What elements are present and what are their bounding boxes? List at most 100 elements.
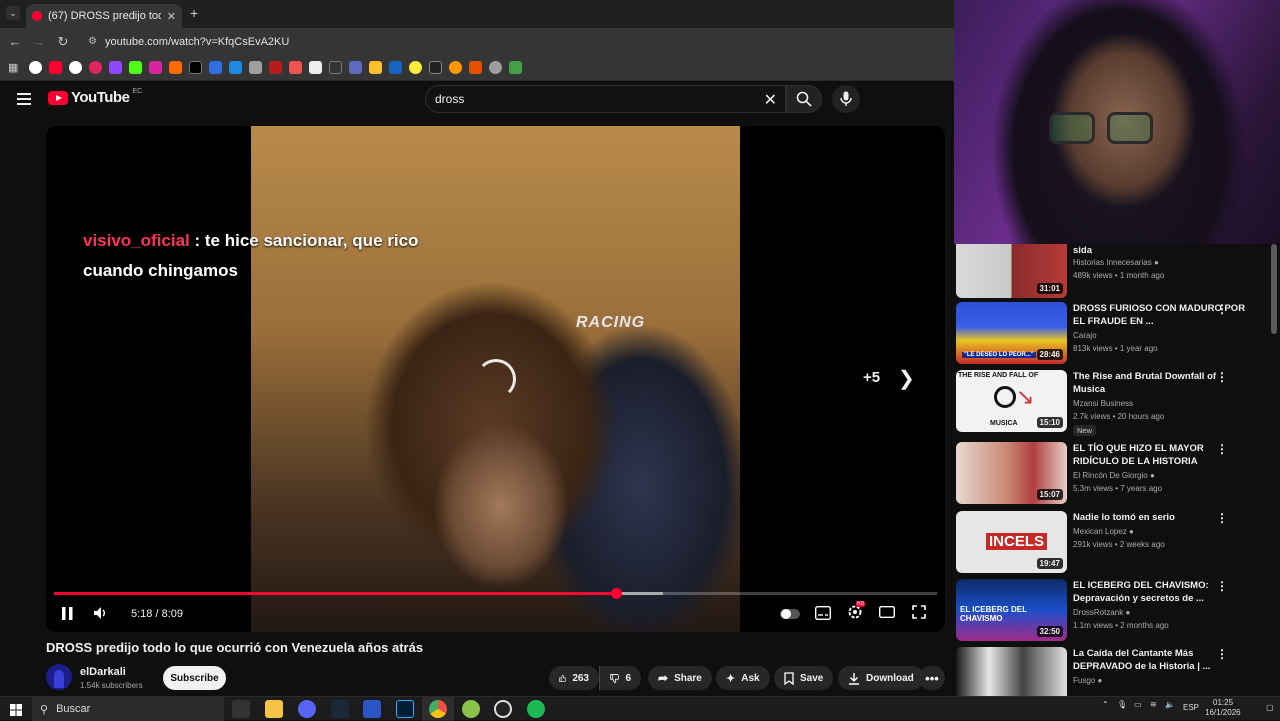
voice-search-button[interactable] — [832, 85, 860, 113]
steam-icon[interactable] — [331, 700, 349, 718]
taskbar-app-icon[interactable] — [232, 700, 250, 718]
ask-button[interactable]: ✦ Ask — [716, 666, 770, 690]
like-button[interactable]: 263 — [549, 666, 599, 690]
bookmark-icon[interactable] — [369, 61, 382, 74]
recommendation-item[interactable]: THE RISE AND FALL OF ↘ MUSICA 15:10 The … — [956, 370, 1276, 436]
notification-icon[interactable]: ▢ — [1266, 703, 1274, 712]
site-info-icon[interactable]: ⚙ — [88, 36, 97, 47]
language-indicator[interactable]: ESP — [1183, 703, 1199, 712]
autoplay-toggle[interactable] — [780, 609, 800, 619]
bookmark-icon[interactable] — [229, 61, 242, 74]
fullscreen-button[interactable] — [912, 605, 926, 622]
subtitles-button[interactable] — [814, 605, 832, 623]
video-thumbnail[interactable]: EL ICEBERG DEL CHAVISMO 32:50 — [956, 579, 1067, 641]
subscribe-button[interactable]: Subscribe — [163, 666, 226, 690]
video-thumbnail[interactable]: THE RISE AND FALL OF ↘ MUSICA 15:10 — [956, 370, 1067, 432]
bookmark-icon[interactable] — [169, 61, 182, 74]
share-button[interactable]: ➦ Share — [648, 666, 712, 690]
video-player[interactable]: RACING visivo_oficial : te hice sanciona… — [46, 126, 945, 632]
microphone-tray-icon[interactable]: 🎙 — [1117, 700, 1127, 709]
youtube-logo[interactable]: YouTube EC — [48, 88, 142, 106]
back-arrow-icon[interactable]: ← — [8, 34, 22, 49]
recommendation-item[interactable]: La Caída del Cantante Más DEPRAVADO de l… — [956, 647, 1276, 696]
obs-icon[interactable] — [494, 700, 512, 718]
more-vertical-icon[interactable]: ⋮ — [1216, 511, 1228, 525]
more-vertical-icon[interactable]: ⋮ — [1216, 579, 1228, 593]
url-field[interactable]: ⚙ youtube.com/watch?v=KfqCsEvA2KU — [88, 36, 289, 48]
channel-avatar[interactable] — [46, 664, 72, 690]
bookmark-twitch-icon[interactable] — [109, 61, 122, 74]
spotify-icon[interactable] — [527, 700, 545, 718]
taskbar-search[interactable]: ⚲ Buscar — [32, 697, 224, 721]
forward-arrow-icon[interactable]: → — [32, 34, 46, 49]
more-vertical-icon[interactable]: ⋮ — [1216, 302, 1228, 316]
bookmark-x-icon[interactable] — [189, 61, 202, 74]
reload-icon[interactable]: ↻ — [56, 34, 70, 50]
bookmark-icon[interactable] — [469, 61, 482, 74]
photoshop-icon[interactable] — [396, 700, 414, 718]
taskbar-app-icon[interactable] — [363, 700, 381, 718]
bookmark-icon[interactable] — [209, 61, 222, 74]
save-button[interactable]: Save — [774, 666, 834, 690]
clear-search-icon[interactable]: ✕ — [764, 90, 777, 110]
bookmark-icon[interactable] — [429, 61, 442, 74]
bookmark-icon[interactable] — [389, 61, 402, 74]
video-thumbnail[interactable]: 15:07 — [956, 442, 1067, 504]
next-video-arrow-icon[interactable]: ❯ — [898, 366, 915, 391]
bookmark-instagram-icon[interactable] — [149, 61, 162, 74]
tab-list-button[interactable]: ⌄ — [6, 6, 20, 20]
theater-mode-button[interactable] — [878, 605, 896, 621]
new-tab-button[interactable]: + — [190, 5, 198, 21]
bookmark-icon[interactable] — [449, 61, 462, 74]
video-thumbnail[interactable] — [956, 647, 1067, 696]
bookmark-icon[interactable] — [249, 61, 262, 74]
speaker-icon[interactable]: 🔈 — [1165, 700, 1175, 709]
network-icon[interactable]: ▭ — [1134, 700, 1142, 709]
recommendation-item[interactable]: 15:07 EL TÍO QUE HIZO EL MAYOR RIDÍCULO … — [956, 442, 1276, 504]
channel-name[interactable]: elDarkali — [80, 666, 126, 678]
recommendation-item[interactable]: INCELS 19:47 Nadie lo tomó en serio Mexi… — [956, 511, 1276, 573]
clock-time[interactable]: 01:25 — [1213, 698, 1233, 707]
more-vertical-icon[interactable]: ⋮ — [1216, 442, 1228, 456]
scrubber-handle[interactable] — [610, 588, 622, 599]
bookmark-icon[interactable] — [329, 61, 342, 74]
bookmark-icon[interactable] — [289, 61, 302, 74]
tray-chevron-icon[interactable]: ⌃ — [1102, 700, 1109, 709]
search-button[interactable] — [786, 85, 822, 113]
progress-bar[interactable] — [54, 588, 937, 599]
volume-button[interactable] — [94, 606, 108, 623]
clock-date[interactable]: 16/1/2026 — [1205, 708, 1241, 717]
bookmark-icon[interactable] — [409, 61, 422, 74]
bookmark-icon[interactable] — [349, 61, 362, 74]
more-vertical-icon[interactable]: ⋮ — [1216, 647, 1228, 661]
discord-icon[interactable] — [298, 700, 316, 718]
video-thumbnail[interactable]: 31:01 — [956, 244, 1067, 298]
close-tab-icon[interactable]: ✕ — [167, 10, 176, 23]
bookmark-icon[interactable] — [309, 61, 322, 74]
video-thumbnail[interactable]: "LE DESEO LO PEOR..." 28:46 — [956, 302, 1067, 364]
recommendation-item[interactable]: "LE DESEO LO PEOR..." 28:46 DROSS FURIOS… — [956, 302, 1276, 364]
recommendation-item[interactable]: 31:01 sida Historias Innecesarias ● 489k… — [956, 244, 1276, 298]
bookmark-icon[interactable] — [69, 61, 82, 74]
recommendation-item[interactable]: EL ICEBERG DEL CHAVISMO 32:50 EL ICEBERG… — [956, 579, 1276, 641]
pause-button[interactable] — [62, 607, 73, 623]
active-tab[interactable]: (67) DROSS predijo todo lo que ✕ — [26, 4, 182, 28]
bookmark-kick-icon[interactable] — [129, 61, 142, 74]
more-actions-button[interactable]: ••• — [919, 666, 945, 690]
bookmark-icon[interactable] — [509, 61, 522, 74]
more-vertical-icon[interactable]: ⋮ — [1216, 370, 1228, 384]
bookmark-google-icon[interactable] — [29, 61, 42, 74]
download-button[interactable]: Download — [838, 666, 924, 690]
settings-button[interactable]: HD — [847, 601, 866, 623]
file-explorer-icon[interactable] — [265, 700, 283, 718]
video-thumbnail[interactable]: INCELS 19:47 — [956, 511, 1067, 573]
bookmark-youtube-icon[interactable] — [49, 61, 62, 74]
dislike-button[interactable]: 6 — [599, 666, 641, 690]
search-input[interactable] — [435, 92, 745, 106]
bookmark-icon[interactable] — [269, 61, 282, 74]
start-button[interactable] — [10, 703, 22, 716]
hamburger-menu-icon[interactable] — [17, 93, 31, 105]
wifi-icon[interactable]: ≋ — [1150, 700, 1157, 709]
bookmark-icon[interactable] — [489, 61, 502, 74]
bookmark-icon[interactable] — [89, 61, 102, 74]
